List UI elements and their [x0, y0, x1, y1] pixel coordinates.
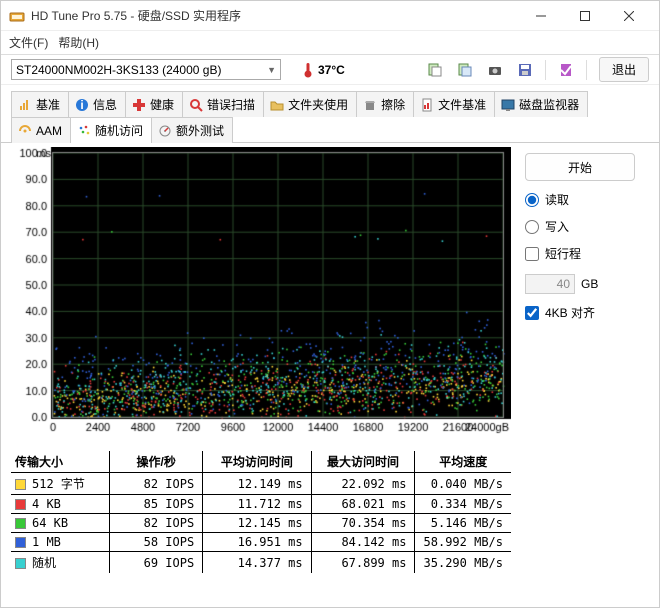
tab-label: 错误扫描 — [207, 96, 255, 113]
temperature-value: 37°C — [318, 63, 345, 77]
access-time-chart — [11, 147, 511, 437]
tab-icon: i — [75, 98, 89, 112]
tab-icon — [158, 124, 172, 138]
minimize-button[interactable] — [519, 2, 563, 30]
tab-健康[interactable]: 健康 — [125, 91, 183, 117]
table-row: 4 KB85 IOPS11.712 ms68.021 ms0.334 MB/s — [11, 495, 511, 514]
tab-错误扫描[interactable]: 错误扫描 — [182, 91, 264, 117]
tab-信息[interactable]: i 信息 — [68, 91, 126, 117]
thermometer-icon — [301, 62, 315, 78]
window-title: HD Tune Pro 5.75 - 硬盘/SSD 实用程序 — [31, 7, 519, 24]
menu-file[interactable]: 文件(F) — [9, 34, 48, 51]
tab-label: 额外测试 — [176, 122, 224, 139]
tab-基准[interactable]: 基准 — [11, 91, 69, 117]
tab-icon — [132, 98, 146, 112]
side-panel: 开始 读取 写入 短行程 GB 4KB 对齐 — [511, 147, 641, 437]
tab-文件基准[interactable]: 文件基准 — [413, 91, 495, 117]
svg-text:i: i — [80, 98, 83, 112]
tab-label: 随机访问 — [95, 122, 143, 139]
gb-label: GB — [581, 277, 598, 291]
col-header: 操作/秒 — [110, 451, 203, 473]
tab-随机访问[interactable]: 随机访问 — [70, 117, 152, 143]
menu-bar: 文件(F) 帮助(H) — [1, 31, 659, 55]
table-row: 512 字节82 IOPS12.149 ms22.092 ms0.040 MB/… — [11, 473, 511, 495]
series-swatch — [15, 479, 26, 490]
tab-文件夹使用[interactable]: 文件夹使用 — [263, 91, 357, 117]
title-bar: HD Tune Pro 5.75 - 硬盘/SSD 实用程序 — [1, 1, 659, 31]
tab-icon — [363, 98, 377, 112]
col-header: 最大访问时间 — [311, 451, 415, 473]
drive-select[interactable]: ST24000NM002H-3KS133 (24000 gB) ▼ — [11, 59, 281, 80]
tab-icon — [18, 124, 32, 138]
tab-icon — [189, 98, 203, 112]
results-table: 传输大小操作/秒平均访问时间最大访问时间平均速度 512 字节82 IOPS12… — [11, 451, 511, 573]
col-header: 平均速度 — [415, 451, 511, 473]
copy-info-button[interactable] — [423, 58, 447, 82]
options-button[interactable] — [554, 58, 578, 82]
tab-额外测试[interactable]: 额外测试 — [151, 117, 233, 143]
short-stroke-check[interactable]: 短行程 — [525, 245, 641, 262]
tab-icon — [420, 98, 434, 112]
series-swatch — [15, 518, 26, 529]
copy-screenshot-button[interactable] — [453, 58, 477, 82]
col-header: 平均访问时间 — [203, 451, 311, 473]
screenshot-button[interactable] — [483, 58, 507, 82]
col-header: 传输大小 — [11, 451, 110, 473]
start-button[interactable]: 开始 — [525, 153, 635, 181]
tab-icon — [18, 98, 32, 112]
maximize-button[interactable] — [563, 2, 607, 30]
tab-label: 擦除 — [381, 96, 405, 113]
tab-icon — [501, 98, 515, 112]
tab-label: 信息 — [93, 96, 117, 113]
4kb-align-check[interactable]: 4KB 对齐 — [525, 304, 641, 321]
chevron-down-icon: ▼ — [267, 65, 276, 75]
close-button[interactable] — [607, 2, 651, 30]
tab-磁盘监视器[interactable]: 磁盘监视器 — [494, 91, 588, 117]
temperature-display: 37°C — [301, 62, 345, 78]
write-radio[interactable]: 写入 — [525, 218, 641, 235]
menu-help[interactable]: 帮助(H) — [58, 34, 99, 51]
tab-label: 健康 — [150, 96, 174, 113]
tab-AAM[interactable]: AAM — [11, 117, 71, 143]
read-radio[interactable]: 读取 — [525, 191, 641, 208]
tab-label: 文件夹使用 — [288, 96, 348, 113]
tab-label: 文件基准 — [438, 96, 486, 113]
toolbar: ST24000NM002H-3KS133 (24000 gB) ▼ 37°C 退… — [1, 55, 659, 85]
tab-icon — [270, 98, 284, 112]
table-row: 64 KB82 IOPS12.145 ms70.354 ms5.146 MB/s — [11, 514, 511, 533]
short-stroke-input — [525, 274, 575, 294]
app-icon — [9, 8, 25, 24]
tab-label: 磁盘监视器 — [519, 96, 579, 113]
tab-strip: 基准 i 信息 健康 错误扫描 文件夹使用 擦除 文件基准 磁盘监视器 AAM 随机访问 额外测试 — [1, 85, 659, 143]
tab-擦除[interactable]: 擦除 — [356, 91, 414, 117]
tab-label: AAM — [36, 124, 62, 138]
drive-select-text: ST24000NM002H-3KS133 (24000 gB) — [16, 63, 221, 77]
table-row: 随机69 IOPS14.377 ms67.899 ms35.290 MB/s — [11, 552, 511, 574]
tab-label: 基准 — [36, 96, 60, 113]
table-row: 1 MB58 IOPS16.951 ms84.142 ms58.992 MB/s — [11, 533, 511, 552]
tab-icon — [77, 124, 91, 138]
exit-button[interactable]: 退出 — [599, 57, 649, 82]
save-button[interactable] — [513, 58, 537, 82]
series-swatch — [15, 537, 26, 548]
series-swatch — [15, 499, 26, 510]
series-swatch — [15, 558, 26, 569]
